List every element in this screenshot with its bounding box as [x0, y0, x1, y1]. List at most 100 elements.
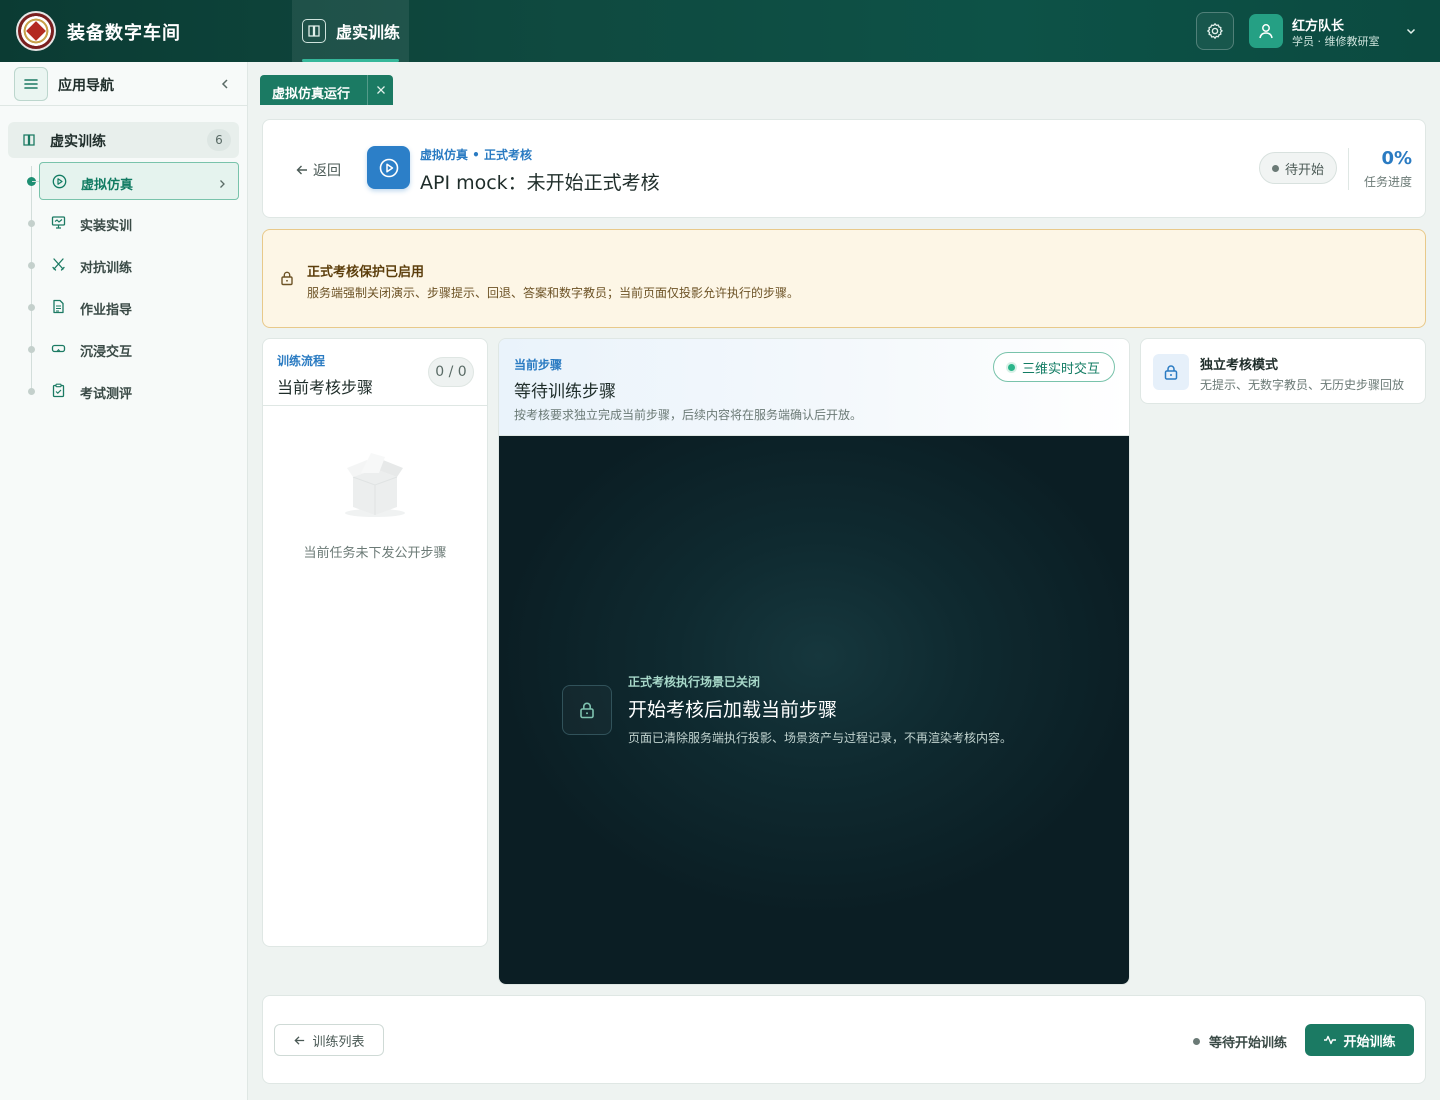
simulation-badge: [367, 146, 410, 189]
settings-button[interactable]: [1196, 12, 1234, 50]
app-title: 装备数字车间: [67, 23, 181, 44]
progress-value: 0%: [1381, 148, 1412, 169]
lock-icon: [1153, 354, 1189, 390]
user-name[interactable]: 红方队长: [1292, 15, 1344, 34]
chevron-down-icon[interactable]: [1404, 23, 1418, 42]
progress-label: 任务进度: [1363, 175, 1412, 189]
sidebar-item-label: 对抗训练: [80, 261, 133, 276]
menu-button[interactable]: [14, 67, 48, 101]
mode-text: 无提示、无数字教员、无历史步骤回放: [1200, 378, 1405, 392]
gear-icon: [1207, 23, 1223, 39]
status-dot: [1193, 1038, 1200, 1045]
sidebar-item-label: 作业指导: [80, 303, 133, 318]
status-label: 待开始: [1284, 162, 1324, 178]
realtime-3d-toggle[interactable]: 三维实时交互: [993, 352, 1115, 382]
tree-dot: [28, 262, 35, 269]
top-tab-label: 虚实训练: [336, 23, 401, 42]
independent-mode-card: 独立考核模式 无提示、无数字教员、无历史步骤回放: [1140, 338, 1426, 404]
sidebar-group-label: 虚实训练: [50, 134, 106, 150]
button-label: 开始训练: [1343, 1034, 1396, 1050]
swords-icon: [51, 257, 66, 276]
close-tab-button[interactable]: [367, 75, 393, 105]
page-tab-virtual-simulation[interactable]: 虚拟仿真运行: [260, 75, 393, 105]
lock-icon: [562, 685, 612, 735]
banner-title: 正式考核保护已启用: [307, 265, 425, 280]
active-tab-indicator: [302, 59, 399, 62]
emblem-logo: [16, 11, 56, 51]
panel-title: 当前考核步骤: [277, 378, 374, 397]
page-tab-label: 虚拟仿真运行: [272, 87, 351, 102]
arrow-left-icon: [294, 1035, 305, 1045]
start-training-button[interactable]: 开始训练: [1305, 1024, 1414, 1056]
sidebar-title: 应用导航: [58, 78, 114, 94]
tree-dot: [28, 304, 35, 311]
chevron-left-icon[interactable]: [218, 76, 232, 95]
divider: [263, 405, 487, 406]
top-tab-virtual-training[interactable]: 虚实训练: [292, 0, 409, 62]
sidebar-item-exam-evaluation[interactable]: 考试测评: [39, 372, 239, 410]
back-button[interactable]: 返回: [295, 160, 341, 180]
step-count-badge: 0 / 0: [428, 357, 474, 387]
panel-subtitle: 训练流程: [277, 354, 326, 368]
user-role: 学员 · 维修教研室: [1292, 35, 1380, 48]
step-description: 按考核要求独立完成当前步骤，后续内容将在服务端确认后开放。: [514, 408, 863, 422]
sidebar-item-work-guidance[interactable]: 作业指导: [39, 288, 239, 326]
tree-tick: [32, 181, 39, 182]
status-dot: [1271, 164, 1279, 172]
sidebar-item-label: 虚拟仿真: [81, 178, 134, 193]
footer-action-bar: 训练列表 等待开始训练 开始训练: [262, 995, 1426, 1084]
sidebar-item-label: 实装实训: [80, 219, 133, 234]
tree-line: [31, 166, 32, 394]
step-header: 当前步骤 等待训练步骤 按考核要求独立完成当前步骤，后续内容将在服务端确认后开放…: [499, 339, 1129, 436]
status-label: 等待开始训练: [1209, 1036, 1288, 1051]
vr-glasses-icon: [51, 341, 66, 360]
breadcrumb[interactable]: 虚拟仿真 • 正式考核: [420, 146, 532, 163]
sidebar-item-label: 考试测评: [80, 387, 133, 402]
top-bar: 装备数字车间 虚实训练 红方队长 学员 · 维修教研室: [0, 0, 1440, 62]
sidebar-item-immersive-interaction[interactable]: 沉浸交互: [39, 330, 239, 368]
scene-title: 开始考核后加载当前步骤: [628, 699, 838, 721]
status-badge: 待开始: [1259, 152, 1337, 184]
play-circle-icon: [52, 174, 67, 193]
book-icon: [302, 19, 326, 43]
user-icon: [1259, 24, 1273, 39]
clipboard-check-icon: [51, 383, 66, 402]
avatar[interactable]: [1249, 14, 1283, 48]
scene-viewport: 正式考核执行场景已关闭 开始考核后加载当前步骤 页面已清除服务端执行投影、场景资…: [499, 436, 1129, 984]
monitor-icon: [51, 215, 66, 234]
sidebar-item-adversarial-training[interactable]: 对抗训练: [39, 246, 239, 284]
empty-state-text: 当前任务未下发公开步骤: [303, 546, 447, 561]
live-dot: [1007, 363, 1015, 371]
sidebar-item-virtual-simulation[interactable]: 虚拟仿真: [39, 162, 239, 200]
play-circle-icon: [379, 158, 398, 177]
lock-icon: [279, 270, 295, 290]
page-title: API mock：未开始正式考核: [420, 172, 660, 194]
button-label: 训练列表: [312, 1034, 365, 1050]
training-flow-panel: 训练流程 当前考核步骤 0 / 0 当前任务未下发公开步骤: [262, 338, 488, 947]
banner-text: 服务端强制关闭演示、步骤提示、回退、答案和数字教员；当前页面仅投影允许执行的步骤…: [307, 286, 800, 300]
sidebar-item-equipment-training[interactable]: 实装实训: [39, 204, 239, 242]
sidebar-header: 应用导航: [0, 62, 248, 106]
step-title: 等待训练步骤: [514, 382, 616, 402]
divider: [1348, 148, 1349, 190]
tree-dot: [28, 388, 35, 395]
toggle-label: 三维实时交互: [1021, 361, 1100, 377]
scene-subtitle: 正式考核执行场景已关闭: [628, 675, 761, 689]
exam-protection-banner: 正式考核保护已启用 服务端强制关闭演示、步骤提示、回退、答案和数字教员；当前页面…: [262, 229, 1426, 328]
sidebar-group-count: 6: [207, 129, 231, 151]
current-step-panel: 当前步骤 等待训练步骤 按考核要求独立完成当前步骤，后续内容将在服务端确认后开放…: [498, 338, 1130, 985]
chevron-right-icon: [216, 175, 228, 194]
mode-title: 独立考核模式: [1200, 358, 1279, 373]
sidebar-group-virtual-training[interactable]: 虚实训练 6: [8, 122, 239, 158]
pulse-icon: [1324, 1035, 1337, 1045]
hamburger-icon: [24, 79, 38, 89]
book-icon: [22, 132, 36, 151]
document-icon: [51, 299, 66, 318]
tree-dot: [28, 220, 35, 227]
training-list-button[interactable]: 训练列表: [274, 1024, 384, 1056]
close-icon: [376, 86, 385, 94]
tree-dot: [28, 346, 35, 353]
training-status: 等待开始训练: [1193, 1032, 1287, 1051]
step-subtitle: 当前步骤: [514, 358, 563, 372]
back-label: 返回: [313, 163, 341, 179]
